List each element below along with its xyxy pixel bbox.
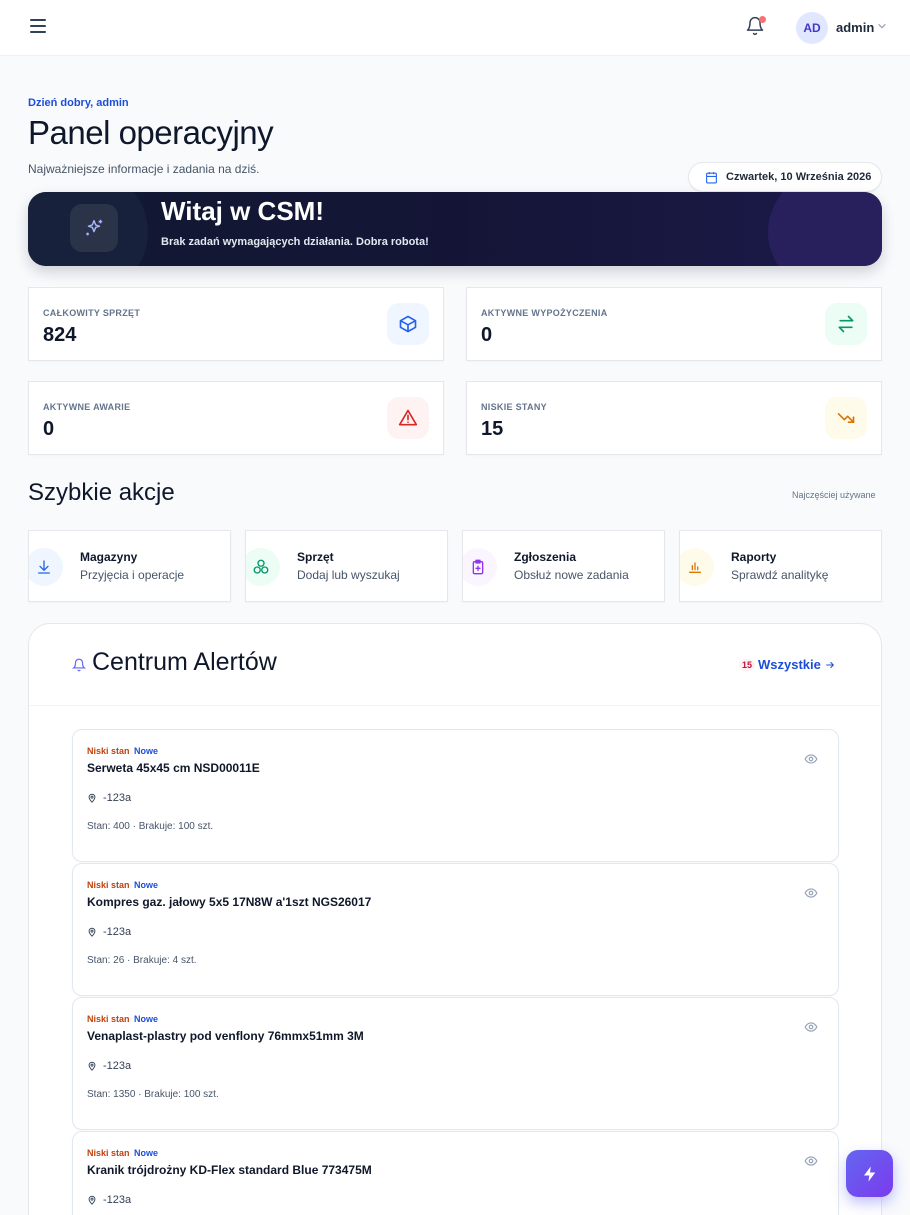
stat-label: CAŁKOWITY SPRZĘT — [43, 308, 141, 318]
alert-stock-info: Stan: 400 · Brakuje: 100 szt. — [87, 821, 214, 832]
trending-down-icon — [825, 397, 867, 439]
box-icon — [387, 303, 429, 345]
quick-action-title: Raporty — [731, 550, 777, 564]
quick-action-subtitle: Dodaj lub wyszukaj — [297, 568, 400, 582]
top-bar: AD admin — [0, 0, 910, 56]
alert-status-tag: Nowe — [134, 1014, 159, 1024]
stat-card-equipment[interactable]: CAŁKOWITY SPRZĘT 824 — [28, 287, 444, 361]
stat-card-failures[interactable]: AKTYWNE AWARIE 0 — [28, 381, 444, 455]
alert-item-name: Kompres gaz. jałowy 5x5 17N8W a'1szt NGS… — [87, 895, 372, 909]
eye-icon[interactable] — [804, 752, 818, 766]
alert-location-value: -123a — [103, 1194, 132, 1206]
view-all-alerts-link[interactable]: Wszystkie — [758, 657, 835, 672]
stat-value: 0 — [43, 418, 55, 440]
alert-location: -123a — [87, 1060, 131, 1072]
alert-location: -123a — [87, 926, 131, 938]
quick-action-tickets[interactable]: Zgłoszenia Obsłuż nowe zadania — [462, 530, 665, 602]
chevron-down-icon[interactable] — [877, 21, 887, 31]
user-avatar[interactable]: AD — [796, 12, 828, 44]
alert-card[interactable]: Niski stan Nowe Venaplast-plastry pod ve… — [72, 997, 839, 1130]
alert-location: -123a — [87, 1194, 131, 1206]
quick-action-subtitle: Przyjęcia i operacje — [80, 568, 185, 582]
stat-value: 824 — [43, 324, 77, 346]
alert-stock-info: Stan: 26 · Brakuje: 4 szt. — [87, 955, 197, 966]
welcome-banner: Witaj w CSM! Brak zadań wymagających dzi… — [28, 192, 882, 266]
notification-dot — [759, 16, 766, 23]
alert-status-tag: Nowe — [134, 880, 159, 890]
quick-action-subtitle: Obsłuż nowe zadania — [514, 568, 629, 582]
quick-action-reports[interactable]: Raporty Sprawdź analitykę — [679, 530, 882, 602]
quick-action-title: Magazyny — [80, 550, 138, 564]
alert-item-name: Kranik trójdrożny KD-Flex standard Blue … — [87, 1163, 372, 1177]
alert-location-value: -123a — [103, 792, 132, 804]
alert-location: -123a — [87, 792, 131, 804]
quick-actions-title: Szybkie akcje — [28, 479, 175, 506]
page-title: Panel operacyjny — [28, 114, 274, 151]
current-date: Czwartek, 10 Września 2026 — [726, 171, 872, 183]
stat-value: 15 — [481, 418, 504, 440]
alert-status-tag: Nowe — [134, 1148, 159, 1158]
date-pill: Czwartek, 10 Września 2026 — [688, 162, 882, 192]
map-pin-icon — [88, 1061, 96, 1071]
stat-label: AKTYWNE WYPOŻYCZENIA — [481, 308, 608, 318]
transfer-arrows-icon — [825, 303, 867, 345]
menu-icon[interactable] — [30, 19, 50, 37]
sparkles-icon — [70, 204, 118, 252]
view-all-label: Wszystkie — [758, 657, 821, 672]
notifications-bell-icon[interactable] — [745, 16, 767, 38]
stat-label: AKTYWNE AWARIE — [43, 402, 131, 412]
stat-value: 0 — [481, 324, 493, 346]
eye-icon[interactable] — [804, 1154, 818, 1168]
map-pin-icon — [88, 793, 96, 803]
boxes-icon — [246, 548, 280, 586]
clipboard-plus-icon — [463, 548, 497, 586]
download-icon — [29, 548, 63, 586]
alert-status-tag: Nowe — [134, 746, 159, 756]
quick-action-title: Zgłoszenia — [514, 550, 577, 564]
alert-type-tag: Niski stan — [87, 1148, 130, 1158]
map-pin-icon — [88, 927, 96, 937]
alert-item-name: Serweta 45x45 cm NSD00011E — [87, 761, 260, 775]
lightning-icon — [863, 1166, 875, 1181]
alert-item-name: Venaplast-plastry pod venflony 76mmx51mm… — [87, 1029, 364, 1043]
banner-subtitle: Brak zadań wymagających działania. Dobra… — [161, 236, 429, 248]
alert-type-tag: Niski stan — [87, 746, 130, 756]
alerts-title: Centrum Alertów — [92, 648, 277, 676]
greeting: Dzień dobry, admin — [28, 97, 129, 109]
bar-chart-icon — [680, 548, 714, 586]
quick-action-subtitle: Sprawdź analitykę — [731, 568, 829, 582]
alert-type-tag: Niski stan — [87, 880, 130, 890]
map-pin-icon — [88, 1195, 96, 1205]
arrow-right-icon — [826, 661, 834, 668]
quick-action-warehouses[interactable]: Magazyny Przyjęcia i operacje — [28, 530, 231, 602]
alert-location-value: -123a — [103, 1060, 132, 1072]
quick-action-equipment[interactable]: Sprzęt Dodaj lub wyszukaj — [245, 530, 448, 602]
stat-card-rentals[interactable]: AKTYWNE WYPOŻYCZENIA 0 — [466, 287, 882, 361]
alerts-center: Centrum Alertów 15 Wszystkie Niski stan … — [28, 623, 882, 1215]
alert-location-value: -123a — [103, 926, 132, 938]
banner-title: Witaj w CSM! — [161, 196, 324, 226]
quick-actions-hint: Najczęściej używane — [792, 490, 876, 500]
user-name[interactable]: admin — [836, 20, 874, 35]
alerts-count-badge: 15 — [739, 659, 756, 671]
bell-icon — [72, 658, 86, 672]
alert-stock-info: Stan: 1350 · Brakuje: 100 szt. — [87, 1089, 219, 1100]
stat-card-low-stock[interactable]: NISKIE STANY 15 — [466, 381, 882, 455]
warning-triangle-icon — [387, 397, 429, 439]
alerts-header: Centrum Alertów 15 Wszystkie — [29, 624, 881, 706]
quick-action-title: Sprzęt — [297, 550, 334, 564]
alert-card[interactable]: Niski stan Nowe Serweta 45x45 cm NSD0001… — [72, 729, 839, 862]
calendar-icon — [706, 171, 717, 183]
stat-label: NISKIE STANY — [481, 402, 547, 412]
alert-type-tag: Niski stan — [87, 1014, 130, 1024]
eye-icon[interactable] — [804, 886, 818, 900]
alert-card[interactable]: Niski stan Nowe Kranik trójdrożny KD-Fle… — [72, 1131, 839, 1215]
page-subtitle: Najważniejsze informacje i zadania na dz… — [28, 162, 260, 176]
alert-card[interactable]: Niski stan Nowe Kompres gaz. jałowy 5x5 … — [72, 863, 839, 996]
eye-icon[interactable] — [804, 1020, 818, 1034]
quick-action-fab[interactable] — [846, 1150, 893, 1197]
